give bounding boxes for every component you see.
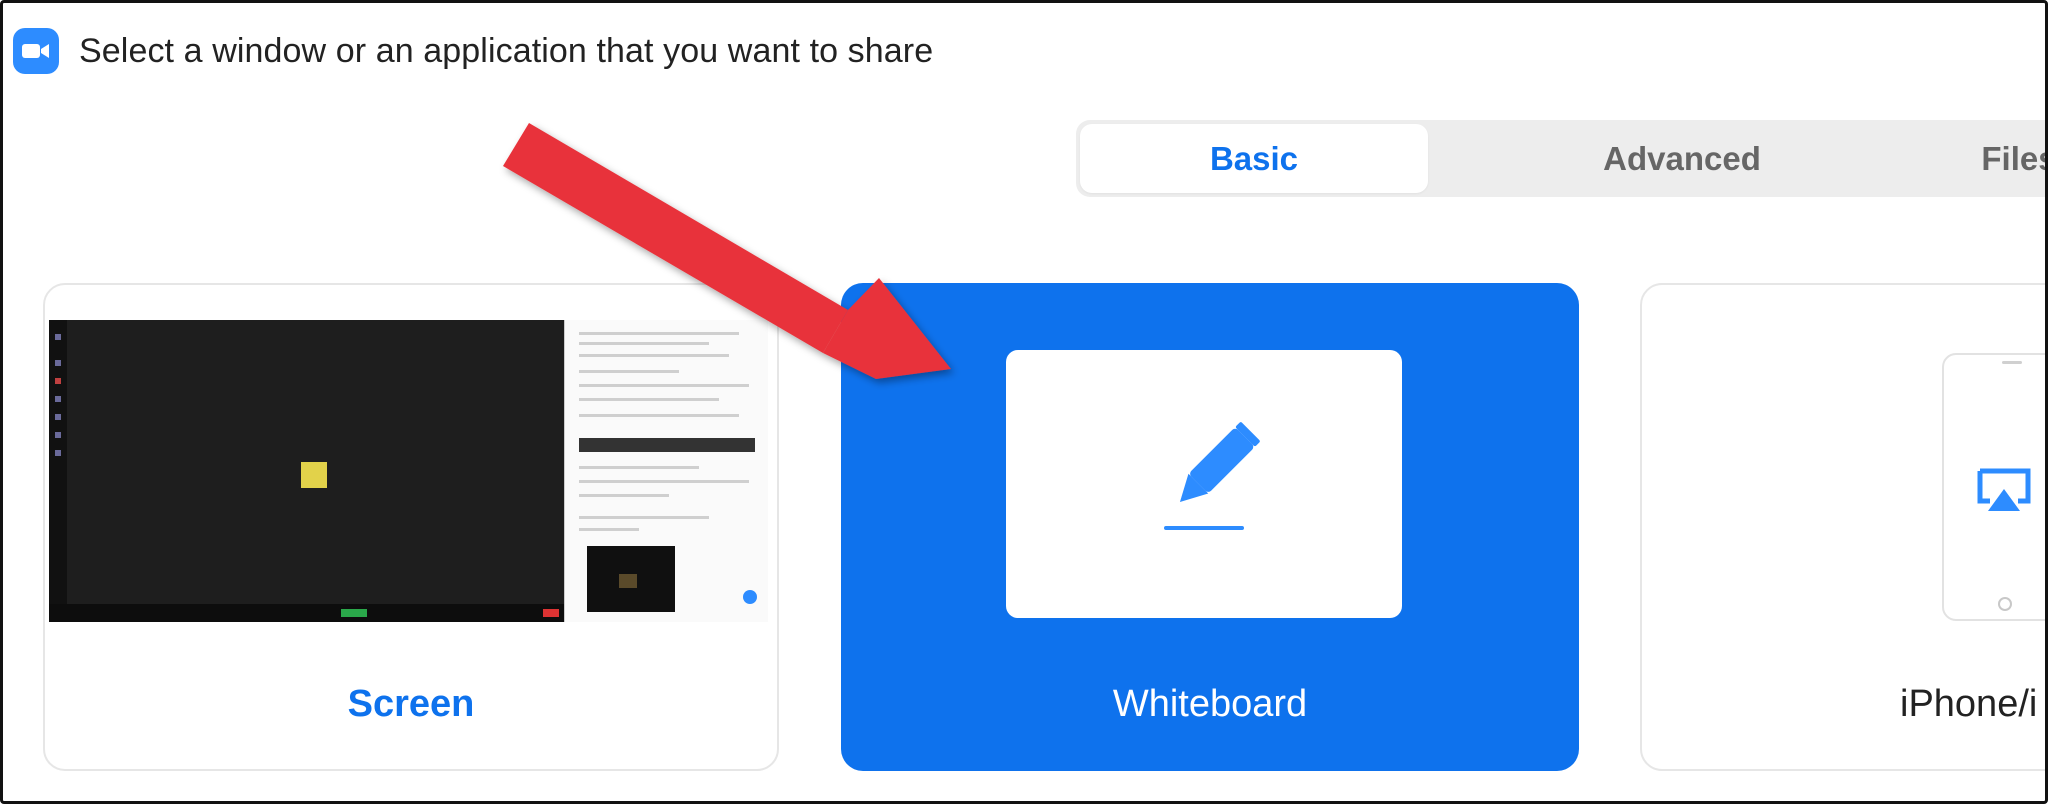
phone-home-button — [1998, 597, 2012, 611]
whiteboard-preview — [1006, 350, 1402, 618]
thumbnail-meeting-controls — [49, 604, 564, 622]
thumbnail-meeting-view — [49, 320, 564, 622]
thumbnail-participant-avatar — [301, 462, 327, 488]
phone-illustration — [1942, 353, 2045, 621]
tab-files[interactable]: Files — [1889, 124, 2045, 193]
whiteboard-label: Whiteboard — [1112, 683, 1308, 725]
zoom-camera-icon — [13, 28, 59, 74]
pencil-icon — [1164, 422, 1260, 530]
share-screen-dialog: Select a window or an application that y… — [0, 0, 2048, 804]
tab-advanced[interactable]: Advanced — [1508, 124, 1856, 193]
share-tabs: Basic Advanced Files — [1076, 120, 2045, 197]
thumbnail-video-tile — [587, 546, 675, 612]
airplay-icon — [1977, 468, 2031, 511]
screen-label: Screen — [347, 683, 475, 725]
thumbnail-taskbar — [49, 320, 67, 622]
screen-thumbnail — [49, 320, 768, 622]
title-bar: Select a window or an application that y… — [13, 25, 933, 77]
tab-basic[interactable]: Basic — [1080, 124, 1428, 193]
iphone-label: iPhone/i — [1900, 683, 2038, 725]
window-title: Select a window or an application that y… — [79, 31, 934, 70]
thumbnail-side-panel — [564, 320, 768, 622]
